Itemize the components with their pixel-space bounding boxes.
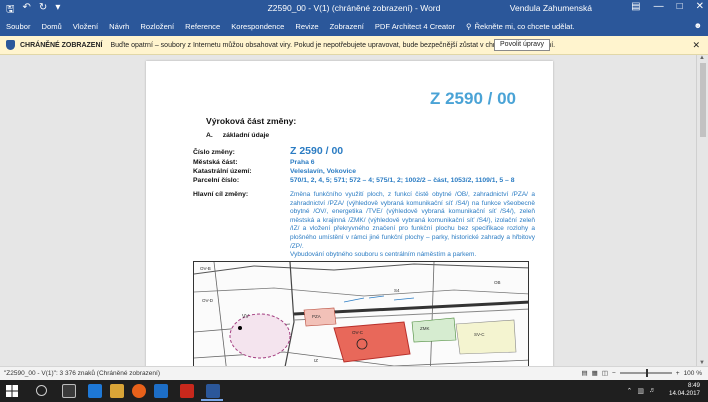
tab-rozlozeni[interactable]: Rozložení [140,22,174,31]
outlook-icon[interactable] [154,384,168,398]
goal-text: Změna funkčního využití ploch, z funkcí … [290,191,535,250]
status-bar: "Z2590_00 - V(1)": 3 376 znaků (Chráněné… [0,366,708,380]
close-message-icon[interactable]: ✕ [692,40,700,51]
field-label-goal: Hlavní cíl změny: [193,191,249,198]
share-icon[interactable]: ☻ [694,21,702,30]
zoom-in-icon[interactable]: + [676,370,680,377]
field-value-cadastral: Veleslavín, Vokovice [290,168,356,175]
read-mode-icon[interactable]: ▤ [582,369,588,377]
field-label-district: Městská část: [193,159,238,166]
tab-revize[interactable]: Revize [295,22,318,31]
field-label-change-number: Číslo změny: [193,149,235,156]
protected-view-label: CHRÁNĚNÉ ZOBRAZENÍ [20,41,103,49]
vertical-scrollbar[interactable]: ▲ ▼ [696,55,708,366]
map-label-6: OV-D [202,298,214,303]
close-icon[interactable]: ✕ [696,1,704,12]
volume-icon[interactable]: ♬ [649,387,656,395]
zoom-slider-thumb[interactable] [645,369,648,377]
protected-view-text: Buďte opatrní – soubory z Internetu můžo… [110,41,556,49]
word-icon[interactable] [206,384,220,398]
tab-pdf-architect[interactable]: PDF Architect 4 Creator [375,22,455,31]
map-label-5: S4 [394,288,400,293]
zoning-map: OV-B VV OV-C ZMK S4 OV-D SV-C OB PZA IZ [193,261,529,366]
subsection-text: základní údaje [222,132,270,139]
tab-zobrazeni[interactable]: Zobrazení [330,22,364,31]
web-layout-icon[interactable]: ◫ [602,369,608,377]
system-tray: ⌃ ▥ ♬ [627,387,657,395]
scroll-up-icon[interactable]: ▲ [699,55,705,61]
title-bar: 🖫 ↶ ↻ ▾ Z2590_00 - V(1) (chráněné zobraz… [0,0,708,17]
tab-domu[interactable]: Domů [42,22,62,31]
tab-soubor[interactable]: Soubor [6,22,31,31]
field-label-parcel: Parcelní číslo: [193,177,240,184]
tab-korespondence[interactable]: Korespondence [231,22,284,31]
task-view-icon[interactable] [62,384,76,398]
goal-text-block: Změna funkčního využití ploch, z funkcí … [290,191,535,260]
field-value-district: Praha 6 [290,159,315,166]
zoom-level[interactable]: 100 % [684,370,702,377]
map-label-2: VV [242,314,249,320]
map-label-7: SV-C [474,332,485,337]
tab-vlozeni[interactable]: Vložení [73,22,98,31]
windows-start-icon[interactable] [6,385,18,397]
shield-icon [6,40,15,50]
ribbon-options-icon[interactable]: ▤ [631,1,640,12]
protected-view-bar: CHRÁNĚNÉ ZOBRAZENÍ Buďte opatrní – soubo… [0,36,708,55]
subsection-letter: A. [206,132,213,139]
clock[interactable]: 8:49 14.04.2017 [669,382,700,398]
document-area[interactable]: Z 2590 / 00 Výroková část změny: A. zákl… [0,55,708,366]
map-label-8: OB [494,280,501,285]
map-label-3: OV-C [352,330,364,335]
section-heading: Výroková část změny: [206,116,297,126]
status-word-count[interactable]: "Z2590_00 - V(1)": 3 376 znaků (Chráněné… [4,370,160,377]
tab-reference[interactable]: Reference [185,22,220,31]
goal-text-2: Vybudování obytného souboru s centrálním… [290,251,477,259]
file-explorer-icon[interactable] [110,384,124,398]
lightbulb-icon: ⚲ [466,22,472,31]
network-icon[interactable]: ▥ [637,387,644,395]
cortana-icon[interactable] [36,385,47,396]
map-label-1: OV-B [200,266,211,271]
tray-up-icon[interactable]: ⌃ [627,387,633,395]
ribbon-tabs: Soubor Domů Vložení Návrh Rozložení Refe… [0,17,708,36]
firefox-icon[interactable] [132,384,146,398]
clock-date: 14.04.2017 [669,390,700,397]
ribbon-right: ☻ [694,21,702,30]
minimize-icon[interactable]: — [654,1,664,12]
edge-icon[interactable] [88,384,102,398]
taskbar: ⌃ ▥ ♬ 8:49 14.04.2017 [0,380,708,402]
subsection-heading: A. základní údaje [206,132,269,139]
active-app-indicator [201,399,223,401]
window-title: Z2590_00 - V(1) (chráněné zobrazení) - W… [267,3,441,13]
field-label-cadastral: Katastrální území: [193,168,252,175]
clock-time: 8:49 [687,382,700,389]
map-label-10: IZ [314,358,318,363]
field-value-change-number: Z 2590 / 00 [290,145,344,157]
tab-navrh[interactable]: Návrh [109,22,129,31]
user-name[interactable]: Vendula Zahumenská [510,3,592,13]
scrollbar-thumb[interactable] [700,63,706,137]
tell-me-text: Řekněte mi, co chcete udělat. [474,22,575,31]
zoom-controls: ▤ ▦ ◫ − + 100 % [582,369,702,377]
enable-editing-button[interactable]: Povolit úpravy [494,39,550,51]
tell-me-box[interactable]: ⚲ Řekněte mi, co chcete udělat. [466,22,575,31]
change-id-heading: Z 2590 / 00 [430,89,517,108]
document-page[interactable]: Z 2590 / 00 Výroková část změny: A. zákl… [146,61,553,366]
window-controls: ▤ — □ ✕ [631,1,704,12]
zoom-out-icon[interactable]: − [612,370,616,377]
maximize-icon[interactable]: □ [677,1,683,12]
field-value-parcel: 570/1, 2, 4, 5; 571; 572 – 4; 575/1, 2; … [290,177,515,184]
pdf-architect-icon[interactable] [180,384,194,398]
print-layout-icon[interactable]: ▦ [592,369,598,377]
zoom-slider[interactable] [619,369,672,377]
map-label-4: ZMK [420,326,430,331]
map-label-9: PZA [312,314,321,319]
